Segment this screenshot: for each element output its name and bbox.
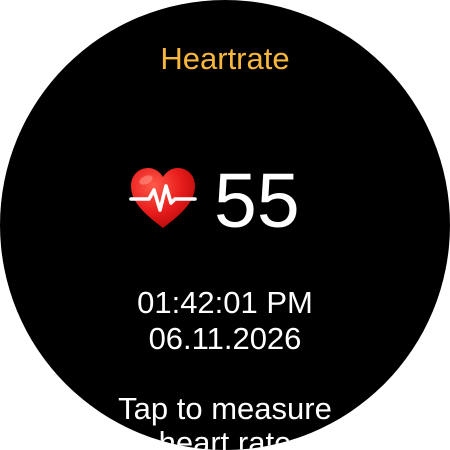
watch-face: Heartrate 55 01:42:01 PM 06.11.2026 Tap … [0, 0, 450, 450]
measure-heart-rate-button[interactable]: Tap to measure heart rate [50, 392, 400, 450]
measurement-time: 01:42:01 PM [137, 285, 313, 320]
heart-rate-value: 55 [214, 158, 300, 244]
heart-pulse-icon [129, 168, 197, 228]
measurement-date: 06.11.2026 [148, 321, 302, 356]
screen-title: Heartrate [160, 41, 290, 76]
